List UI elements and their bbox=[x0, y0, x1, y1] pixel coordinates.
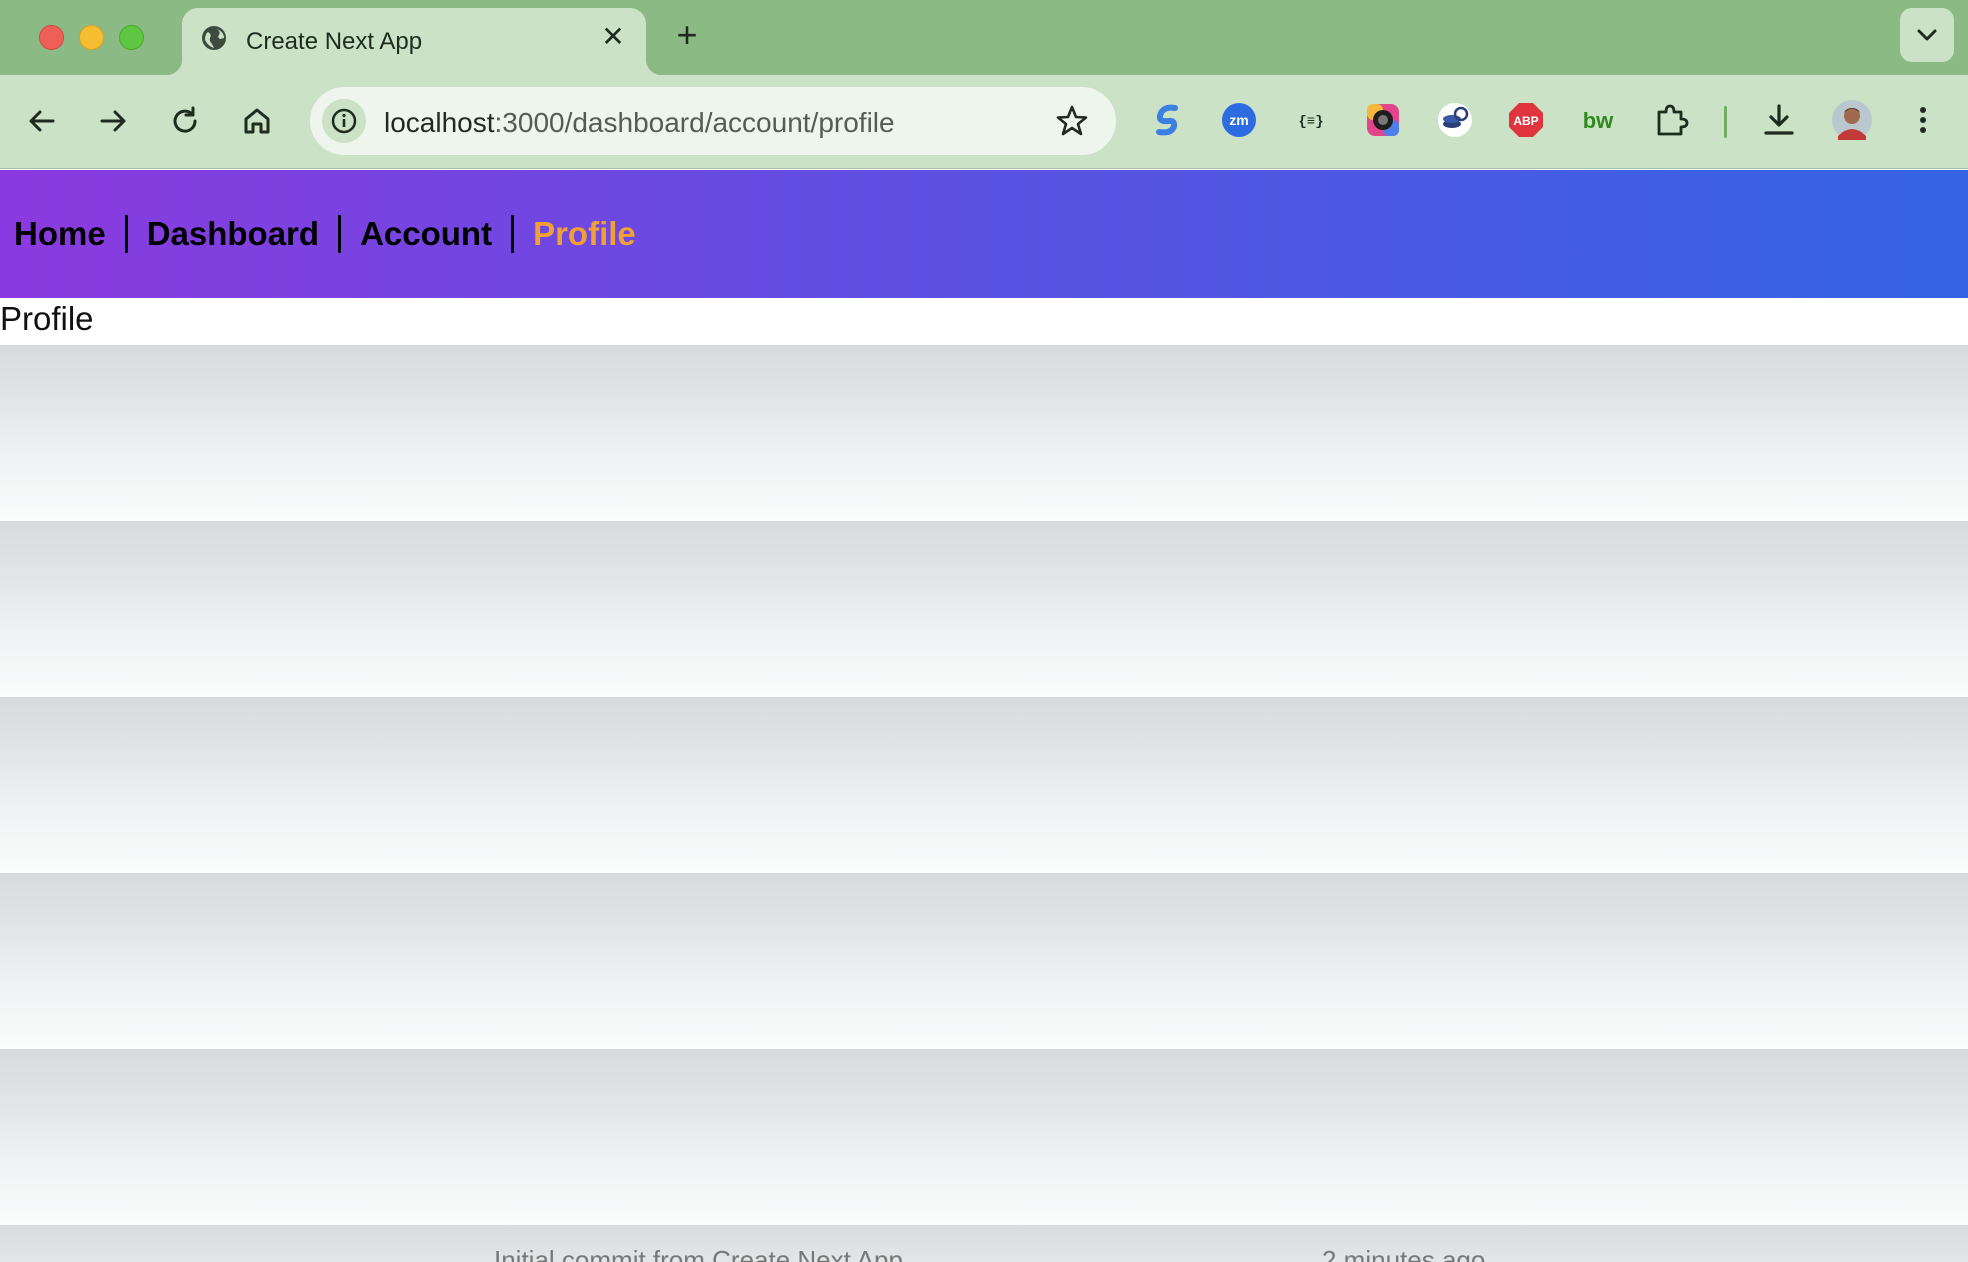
tab-title: Create Next App bbox=[246, 28, 423, 55]
footer-overlay: Initial commit from Create Next App 2 mi… bbox=[0, 1225, 1968, 1262]
close-window-button[interactable] bbox=[39, 25, 64, 50]
new-tab-button[interactable]: + bbox=[668, 16, 706, 54]
puzzle-extensions-icon[interactable] bbox=[1652, 101, 1690, 139]
sync-extension-icon[interactable] bbox=[1149, 101, 1187, 139]
nav-link-dashboard[interactable]: Dashboard bbox=[147, 215, 319, 253]
coins-extension-icon[interactable] bbox=[1436, 101, 1474, 139]
tab-search-button[interactable] bbox=[1900, 8, 1954, 62]
json-extension-icon[interactable]: {≡} bbox=[1292, 101, 1330, 139]
address-bar[interactable]: localhost:3000/dashboard/account/profile bbox=[310, 87, 1116, 155]
bw-extension-icon[interactable]: bw bbox=[1579, 101, 1617, 139]
nav-separator bbox=[338, 215, 342, 253]
tab-close-icon[interactable]: ✕ bbox=[598, 22, 628, 52]
url-host: localhost bbox=[384, 107, 495, 138]
svg-text:zm: zm bbox=[1229, 112, 1248, 128]
back-button[interactable] bbox=[18, 97, 66, 145]
minimize-window-button[interactable] bbox=[79, 25, 104, 50]
bookmark-star-icon[interactable] bbox=[1054, 103, 1090, 139]
home-button[interactable] bbox=[233, 97, 281, 145]
nav-separator bbox=[124, 215, 128, 253]
nav-link-account[interactable]: Account bbox=[360, 215, 492, 253]
svg-text:ABP: ABP bbox=[1513, 114, 1538, 128]
nav-separator bbox=[511, 215, 515, 253]
svg-text:{≡}: {≡} bbox=[1298, 114, 1323, 130]
page-viewport: Home Dashboard Account Profile Profile I… bbox=[0, 170, 1968, 1262]
zm-extension-icon[interactable]: zm bbox=[1220, 101, 1258, 139]
more-vertical-icon bbox=[1920, 107, 1926, 133]
arrow-left-icon bbox=[29, 110, 55, 132]
footer-commit-text: Initial commit from Create Next App bbox=[494, 1245, 903, 1262]
arrow-right-icon bbox=[100, 110, 126, 132]
browser-tab-active[interactable]: Create Next App ✕ bbox=[166, 8, 662, 75]
page-title: Profile bbox=[0, 300, 94, 337]
svg-text:bw: bw bbox=[1583, 108, 1614, 133]
camera-extension-icon[interactable] bbox=[1364, 101, 1402, 139]
nav-link-profile[interactable]: Profile bbox=[533, 215, 636, 253]
content-band bbox=[0, 873, 1968, 1049]
content-band bbox=[0, 697, 1968, 873]
forward-button[interactable] bbox=[89, 97, 137, 145]
maximize-window-button[interactable] bbox=[119, 25, 144, 50]
adblock-plus-extension-icon[interactable]: ABP bbox=[1507, 101, 1545, 139]
home-icon bbox=[244, 108, 270, 134]
download-icon[interactable] bbox=[1760, 101, 1798, 139]
url-path: :3000/dashboard/account/profile bbox=[494, 107, 895, 138]
site-navbar: Home Dashboard Account Profile bbox=[0, 170, 1968, 298]
content-band bbox=[0, 521, 1968, 697]
chevron-down-icon bbox=[1917, 29, 1937, 41]
url-text[interactable]: localhost:3000/dashboard/account/profile bbox=[384, 107, 895, 139]
globe-icon bbox=[202, 26, 226, 50]
content-band bbox=[0, 1049, 1968, 1225]
reload-icon bbox=[173, 106, 197, 133]
reload-button[interactable] bbox=[161, 97, 209, 145]
profile-avatar[interactable] bbox=[1832, 100, 1872, 140]
site-info-button[interactable] bbox=[322, 99, 366, 143]
content-band bbox=[0, 345, 1968, 521]
browser-tab-strip: Create Next App ✕ + bbox=[0, 0, 1968, 75]
browser-menu-button[interactable] bbox=[1904, 101, 1942, 139]
info-icon bbox=[331, 108, 357, 134]
footer-time-text: 2 minutes ago bbox=[1322, 1245, 1486, 1262]
toolbar-divider bbox=[1724, 106, 1727, 138]
nav-link-home[interactable]: Home bbox=[14, 215, 106, 253]
